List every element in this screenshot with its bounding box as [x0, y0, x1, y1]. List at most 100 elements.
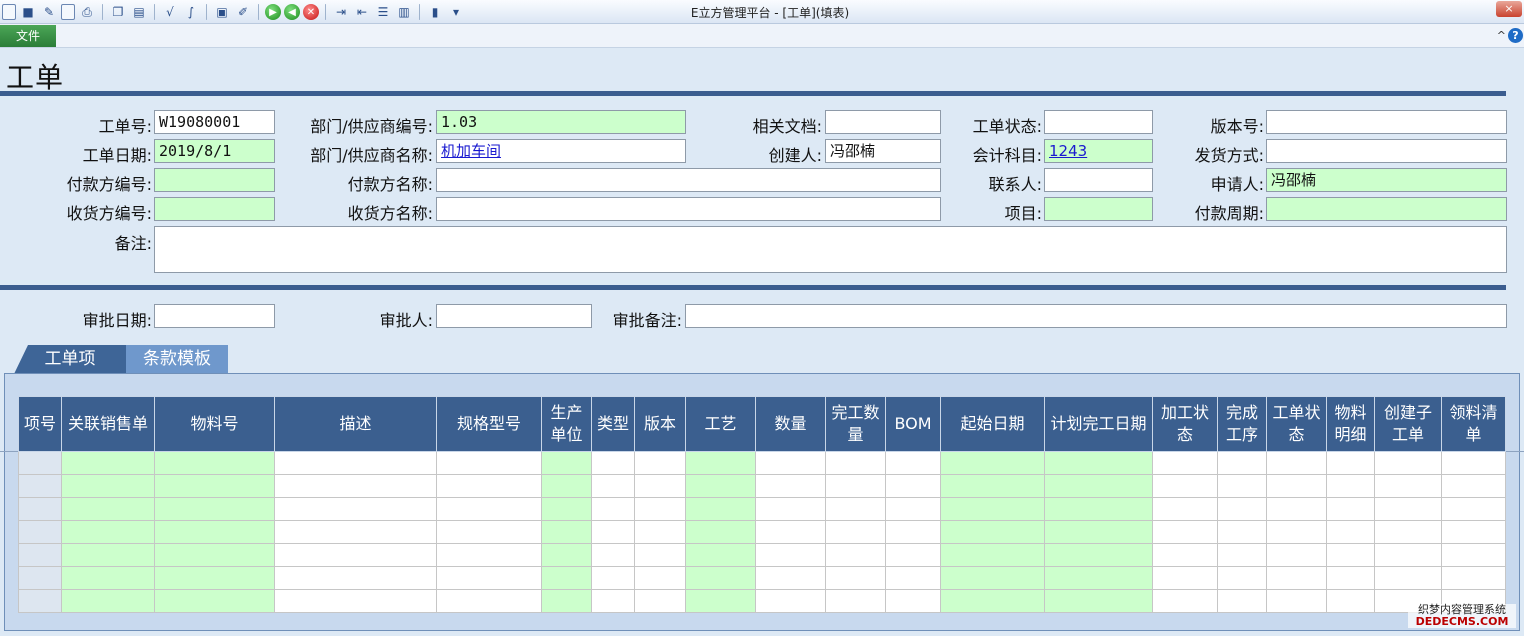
order-no-field[interactable]: W19080001 — [154, 110, 275, 134]
grid-cell[interactable] — [1441, 520, 1506, 544]
grid-cell[interactable] — [274, 520, 437, 544]
grid-cell[interactable] — [1152, 543, 1218, 567]
preview-icon[interactable] — [61, 4, 75, 20]
grid-cell[interactable] — [591, 566, 635, 590]
grid-cell[interactable] — [436, 497, 542, 521]
grid-cell[interactable] — [1441, 566, 1506, 590]
indent-icon[interactable]: ⇥ — [332, 3, 350, 21]
grid-cell[interactable] — [61, 520, 155, 544]
grid-cell[interactable] — [1044, 543, 1153, 567]
grid-cell[interactable] — [885, 474, 941, 498]
tab-order-items[interactable]: 工单项 — [14, 345, 126, 374]
grid-cell[interactable] — [1044, 474, 1153, 498]
pay-cycle-field[interactable] — [1266, 197, 1507, 221]
grid-cell[interactable] — [436, 474, 542, 498]
clipboard-icon[interactable]: ▣ — [213, 3, 231, 21]
grid-cell[interactable] — [1326, 474, 1375, 498]
grid-cell[interactable] — [940, 497, 1045, 521]
grid-cell[interactable] — [436, 520, 542, 544]
grid-cell[interactable] — [1217, 451, 1267, 475]
grid-cell[interactable] — [61, 474, 155, 498]
grid-column-header[interactable]: 描述 — [274, 396, 437, 452]
grid-cell[interactable] — [755, 566, 826, 590]
grid-cell[interactable] — [940, 543, 1045, 567]
grid-column-header[interactable]: 创建子工单 — [1374, 396, 1442, 452]
grid-column-header[interactable]: 类型 — [591, 396, 635, 452]
grid-cell[interactable] — [154, 589, 275, 613]
grid-cell[interactable] — [154, 566, 275, 590]
grid-column-header[interactable]: 工单状态 — [1266, 396, 1327, 452]
grid-cell[interactable] — [1266, 566, 1327, 590]
grid-cell[interactable] — [274, 566, 437, 590]
remark-field[interactable] — [154, 226, 1507, 273]
version-field[interactable] — [1266, 110, 1507, 134]
grid-cell[interactable] — [18, 589, 62, 613]
grid-cell[interactable] — [541, 451, 592, 475]
grid-cell[interactable] — [436, 451, 542, 475]
grid-cell[interactable] — [1374, 451, 1442, 475]
account-field[interactable]: 1243 — [1044, 139, 1153, 163]
grid-column-header[interactable]: 生产单位 — [541, 396, 592, 452]
grid-cell[interactable] — [436, 543, 542, 567]
grid-column-header[interactable]: 完成工序 — [1217, 396, 1267, 452]
grid-cell[interactable] — [591, 474, 635, 498]
grid-cell[interactable] — [940, 566, 1045, 590]
paste-icon[interactable]: ▤ — [130, 3, 148, 21]
grid-cell[interactable] — [1326, 543, 1375, 567]
grid-cell[interactable] — [1374, 520, 1442, 544]
grid-cell[interactable] — [18, 543, 62, 567]
grid-cell[interactable] — [1266, 497, 1327, 521]
grid-cell[interactable] — [940, 589, 1045, 613]
grid-cell[interactable] — [436, 566, 542, 590]
grid-cell[interactable] — [541, 566, 592, 590]
grid-cell[interactable] — [685, 520, 756, 544]
grid-cell[interactable] — [1152, 451, 1218, 475]
grid-cell[interactable] — [1266, 589, 1327, 613]
file-menu[interactable]: 文件 — [0, 25, 56, 47]
grid-cell[interactable] — [1374, 566, 1442, 590]
grid-cell[interactable] — [1152, 589, 1218, 613]
grid-cell[interactable] — [755, 451, 826, 475]
grid-cell[interactable] — [1044, 497, 1153, 521]
grid-cell[interactable] — [274, 543, 437, 567]
copy-icon[interactable]: ❐ — [109, 3, 127, 21]
account-link[interactable]: 1243 — [1049, 142, 1087, 160]
formula-alt-icon[interactable]: ∫ — [182, 3, 200, 21]
book-icon[interactable]: ▮ — [426, 3, 444, 21]
approval-note-field[interactable] — [685, 304, 1507, 328]
grid-cell[interactable] — [940, 474, 1045, 498]
grid-cell[interactable] — [825, 589, 886, 613]
columns-icon[interactable]: ▥ — [395, 3, 413, 21]
grid-cell[interactable] — [825, 566, 886, 590]
grid-column-header[interactable]: 版本 — [634, 396, 686, 452]
ship-method-field[interactable] — [1266, 139, 1507, 163]
receiver-code-field[interactable] — [154, 197, 275, 221]
grid-column-header[interactable]: 加工状态 — [1152, 396, 1218, 452]
grid-cell[interactable] — [755, 520, 826, 544]
grid-cell[interactable] — [1217, 566, 1267, 590]
grid-cell[interactable] — [1441, 497, 1506, 521]
grid-cell[interactable] — [61, 451, 155, 475]
grid-cell[interactable] — [61, 497, 155, 521]
grid-cell[interactable] — [1152, 520, 1218, 544]
cancel-icon[interactable]: ✕ — [303, 4, 319, 20]
receiver-name-field[interactable] — [436, 197, 941, 221]
grid-column-header[interactable]: 起始日期 — [940, 396, 1045, 452]
grid-cell[interactable] — [154, 543, 275, 567]
grid-cell[interactable] — [541, 520, 592, 544]
grid-cell[interactable] — [755, 474, 826, 498]
grid-cell[interactable] — [885, 589, 941, 613]
grid-cell[interactable] — [634, 543, 686, 567]
grid-cell[interactable] — [1152, 566, 1218, 590]
grid-cell[interactable] — [1326, 589, 1375, 613]
grid-cell[interactable] — [18, 566, 62, 590]
grid-cell[interactable] — [1266, 520, 1327, 544]
grid-cell[interactable] — [885, 543, 941, 567]
payer-code-field[interactable] — [154, 168, 275, 192]
grid-cell[interactable] — [1044, 520, 1153, 544]
grid-cell[interactable] — [1374, 497, 1442, 521]
order-status-field[interactable] — [1044, 110, 1153, 134]
grid-cell[interactable] — [1152, 474, 1218, 498]
grid-column-header[interactable]: BOM — [885, 396, 941, 452]
grid-cell[interactable] — [541, 474, 592, 498]
